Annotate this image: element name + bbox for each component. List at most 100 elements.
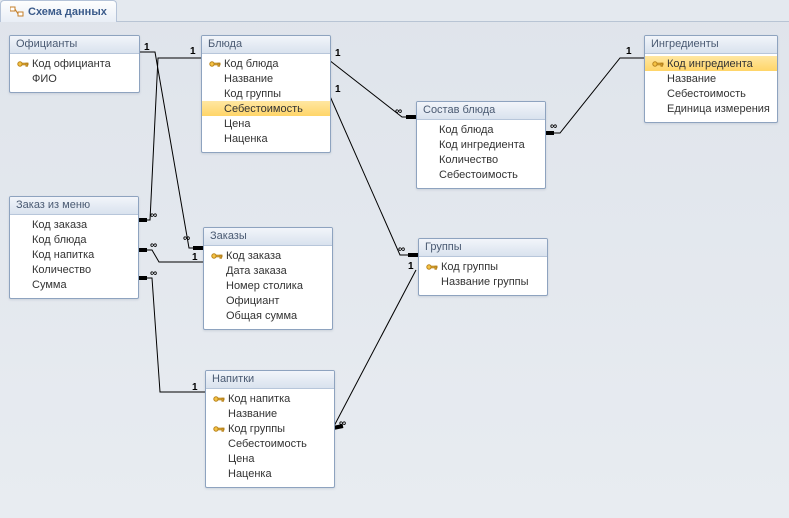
table-ingredients[interactable]: Ингредиенты Код ингредиента НазваниеСебест…	[644, 35, 778, 123]
key-slot	[208, 73, 222, 85]
table-header[interactable]: Напитки	[206, 371, 334, 389]
field-row[interactable]: Себестоимость	[206, 436, 334, 451]
field-row[interactable]: Код заказа	[10, 217, 138, 232]
field-row[interactable]: Дата заказа	[204, 263, 332, 278]
field-row[interactable]: Цена	[206, 451, 334, 466]
field-row[interactable]: Код блюда	[417, 122, 545, 137]
relationships-icon	[10, 6, 24, 18]
tab-strip: Схема данных	[0, 0, 789, 22]
table-order-menu[interactable]: Заказ из меню Код заказа Код блюдаКод напи…	[9, 196, 139, 299]
key-slot	[423, 139, 437, 151]
field-name: Цена	[224, 118, 250, 130]
table-header[interactable]: Блюда	[202, 36, 330, 54]
table-header[interactable]: Ингредиенты	[645, 36, 777, 54]
field-row[interactable]: Общая сумма	[204, 308, 332, 323]
card-inf: ∞	[339, 418, 346, 429]
table-orders[interactable]: Заказы Код заказаДата заказа Номер столика…	[203, 227, 333, 330]
field-row[interactable]: Официант	[204, 293, 332, 308]
field-row[interactable]: Код группы	[419, 259, 547, 274]
field-row[interactable]: Себестоимость	[645, 86, 777, 101]
key-slot	[423, 124, 437, 136]
field-name: Код ингредиента	[667, 58, 753, 70]
table-header[interactable]: Заказ из меню	[10, 197, 138, 215]
card-inf: ∞	[150, 268, 157, 279]
card-inf: ∞	[150, 210, 157, 221]
table-header[interactable]: Состав блюда	[417, 102, 545, 120]
field-row[interactable]: Название	[645, 71, 777, 86]
field-row[interactable]: Код ингредиента	[645, 56, 777, 71]
field-name: Название группы	[441, 276, 529, 288]
table-body: Код группы Название группы	[419, 257, 547, 295]
field-row[interactable]: Код группы	[202, 86, 330, 101]
key-slot	[16, 219, 30, 231]
field-row[interactable]: Код напитка	[10, 247, 138, 262]
field-row[interactable]: Код напитка	[206, 391, 334, 406]
table-dishes[interactable]: Блюда Код блюда НазваниеКод группыСебестои…	[201, 35, 331, 153]
field-row[interactable]: Количество	[10, 262, 138, 277]
card-1: 1	[335, 48, 341, 59]
table-dish-content[interactable]: Состав блюда Код блюдаКод ингредиента Коли…	[416, 101, 546, 189]
card-1: 1	[192, 382, 198, 393]
table-drinks[interactable]: Напитки Код напиткаНазвание Код группы Себе…	[205, 370, 335, 488]
field-row[interactable]: Название	[206, 406, 334, 421]
table-header[interactable]: Официанты	[10, 36, 139, 54]
field-row[interactable]: Код заказа	[204, 248, 332, 263]
field-row[interactable]: Наценка	[206, 466, 334, 481]
table-header[interactable]: Заказы	[204, 228, 332, 246]
key-slot	[423, 169, 437, 181]
field-row[interactable]: Название	[202, 71, 330, 86]
field-row[interactable]: Код ингредиента	[417, 137, 545, 152]
field-row[interactable]: Код блюда	[10, 232, 138, 247]
key-slot	[16, 234, 30, 246]
relationships-canvas[interactable]: { "tab": { "title": "Схема данных" }, "c…	[0, 0, 789, 518]
card-inf: ∞	[150, 240, 157, 251]
key-slot	[210, 280, 224, 292]
key-slot	[208, 118, 222, 130]
field-row[interactable]: Единица измерения	[645, 101, 777, 116]
field-name: Общая сумма	[226, 310, 297, 322]
card-inf: ∞	[183, 233, 190, 244]
table-body: Код напиткаНазвание Код группы Себестоимос…	[206, 389, 334, 487]
primary-key-icon	[425, 261, 439, 273]
field-row[interactable]: Наценка	[202, 131, 330, 146]
card-inf: ∞	[398, 244, 405, 255]
tab-schema[interactable]: Схема данных	[0, 0, 117, 22]
field-name: Название	[667, 73, 716, 85]
table-waiters[interactable]: ОфициантыКод официантаФИО	[9, 35, 140, 93]
card-inf: ∞	[550, 121, 557, 132]
table-body: Код ингредиента НазваниеСебестоимостьЕдин…	[645, 54, 777, 122]
table-body: Код официантаФИО	[10, 54, 139, 92]
field-name: Название	[224, 73, 273, 85]
field-name: Код блюда	[32, 234, 87, 246]
field-name: Код блюда	[439, 124, 494, 136]
key-slot	[208, 133, 222, 145]
field-row[interactable]: Номер столика	[204, 278, 332, 293]
table-groups[interactable]: Группы Код группы Название группы	[418, 238, 548, 296]
field-name: Количество	[439, 154, 498, 166]
field-name: Код группы	[441, 261, 498, 273]
field-row[interactable]: Себестоимость	[202, 101, 330, 116]
field-row[interactable]: Код группы	[206, 421, 334, 436]
table-header[interactable]: Группы	[419, 239, 547, 257]
key-slot	[16, 249, 30, 261]
field-name: Код группы	[228, 423, 285, 435]
primary-key-icon	[208, 58, 222, 70]
field-row[interactable]: Себестоимость	[417, 167, 545, 182]
field-row[interactable]: Код официанта	[10, 56, 139, 71]
field-name: Количество	[32, 264, 91, 276]
key-slot	[651, 103, 665, 115]
field-name: Себестоимость	[228, 438, 307, 450]
card-1: 1	[144, 42, 150, 53]
field-row[interactable]: ФИО	[10, 71, 139, 86]
primary-key-icon	[16, 58, 30, 70]
field-name: Номер столика	[226, 280, 303, 292]
key-slot	[423, 154, 437, 166]
field-row[interactable]: Название группы	[419, 274, 547, 289]
field-row[interactable]: Код блюда	[202, 56, 330, 71]
primary-key-icon	[212, 393, 226, 405]
card-1: 1	[192, 252, 198, 263]
field-row[interactable]: Цена	[202, 116, 330, 131]
field-row[interactable]: Количество	[417, 152, 545, 167]
key-slot	[208, 103, 222, 115]
field-row[interactable]: Сумма	[10, 277, 138, 292]
